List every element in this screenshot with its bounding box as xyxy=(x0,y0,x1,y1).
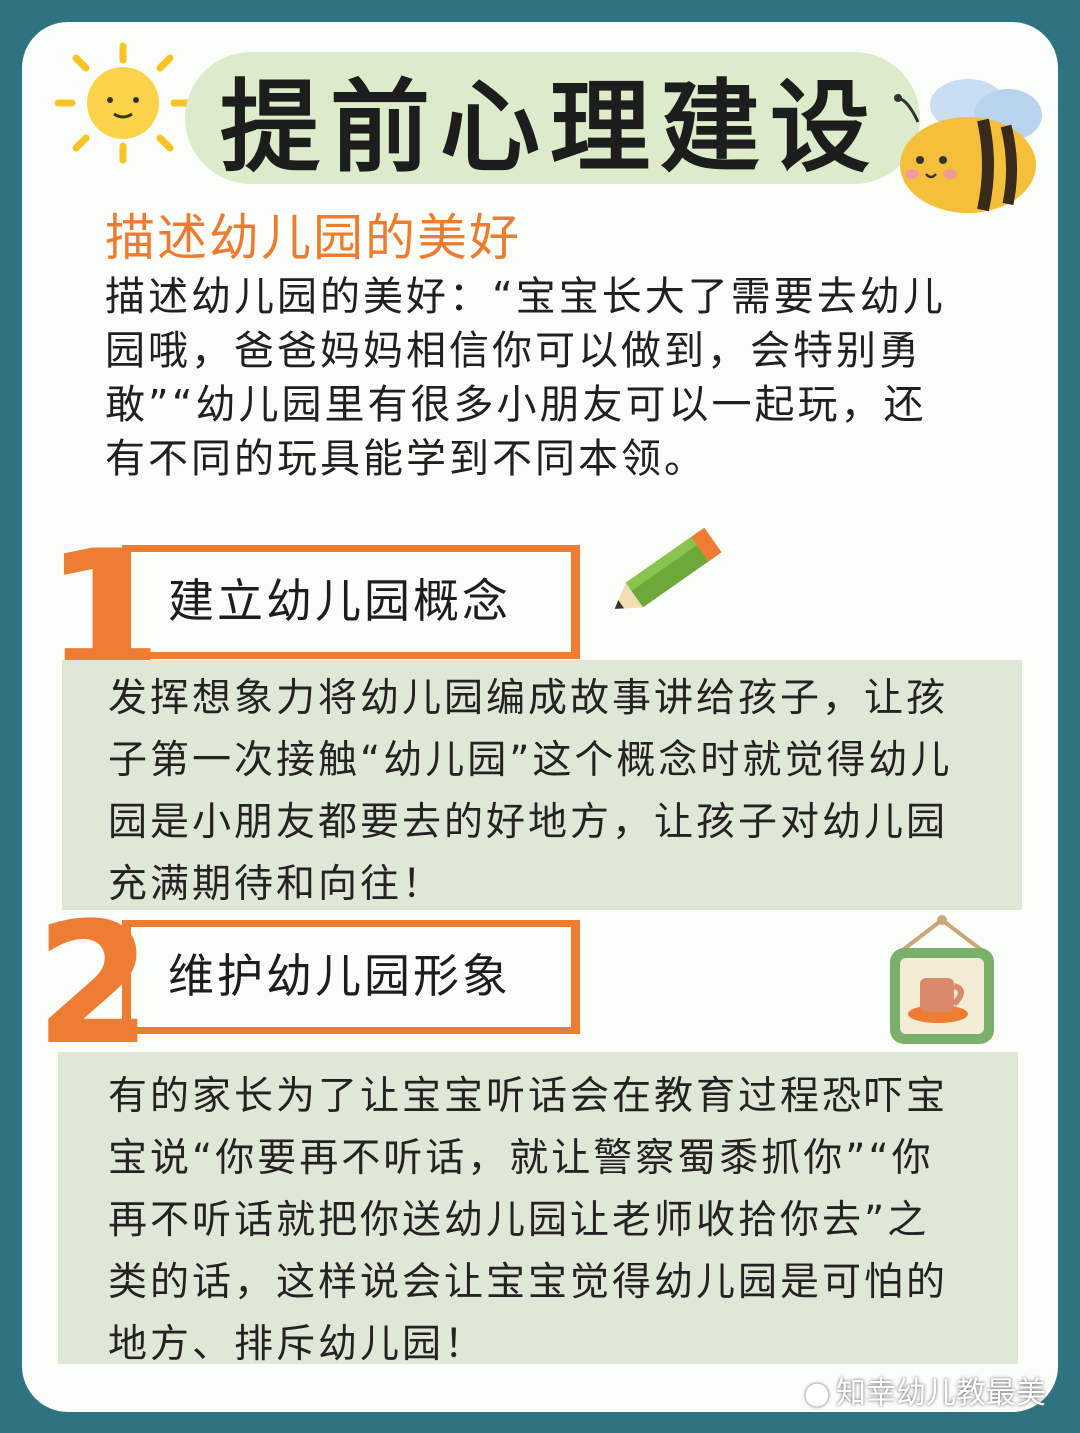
step-heading-1: 建立幼儿园概念 xyxy=(168,574,511,628)
page-title: 提前心理建设 xyxy=(220,68,880,186)
step-heading-2: 维护幼儿园形象 xyxy=(168,949,511,1003)
watermark-text: 知幸幼儿教最美 xyxy=(836,1376,1046,1411)
pencil-icon xyxy=(614,527,722,609)
section-body-2: 有的家长为了让宝宝听话会在教育过程恐吓宝宝说“你要再不听话，就让警察蜀黍抓你”“… xyxy=(108,1074,949,1367)
watermark: ● 知幸幼儿教最美 xyxy=(804,1368,1046,1412)
coffee-frame-icon xyxy=(890,915,994,1044)
wechat-icon: ● xyxy=(803,1376,830,1411)
section-body-1: 发挥想象力将幼儿园编成故事讲给孩子，让孩子第一次接触“幼儿园”这个概念时就觉得幼… xyxy=(108,676,953,907)
intro-paragraph: 描述幼儿园的美好：“宝宝长大了需要去幼儿园哦，爸爸妈妈相信你可以做到，会特别勇敢… xyxy=(105,274,946,482)
bee-icon xyxy=(894,79,1042,213)
sun-icon xyxy=(54,42,192,164)
section-subtitle: 描述幼儿园的美好 xyxy=(105,209,521,267)
